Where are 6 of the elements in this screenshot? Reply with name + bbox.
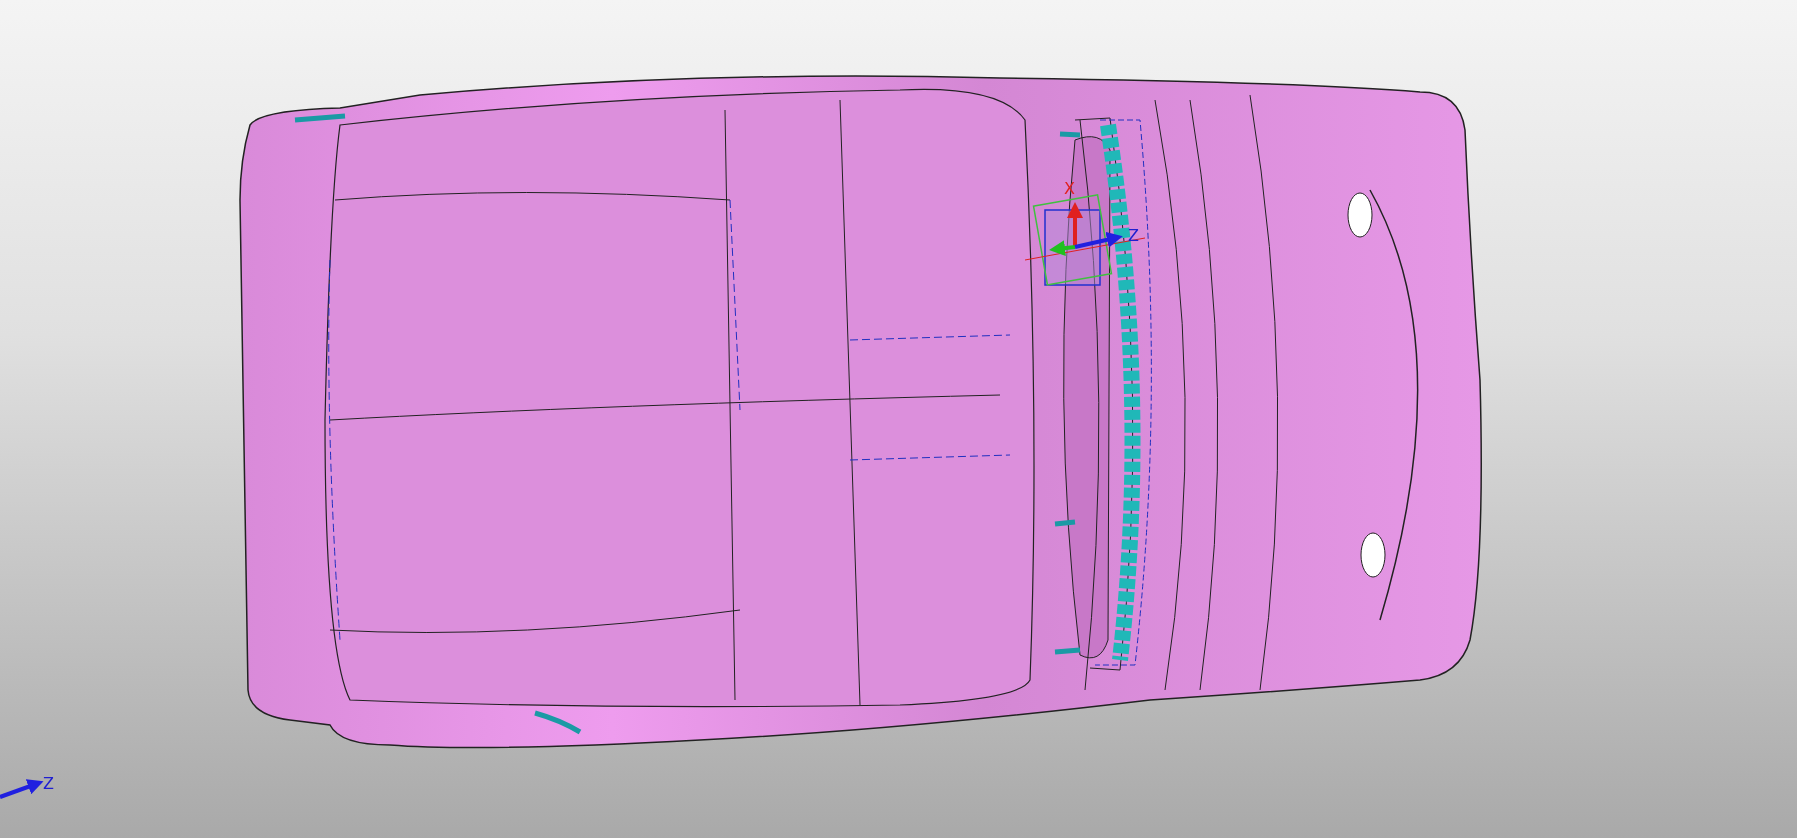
z-axis-arrow bbox=[0, 779, 44, 799]
axis-label: X bbox=[1064, 179, 1075, 198]
z-axis-arrow bbox=[1074, 231, 1123, 249]
y-axis-arrow bbox=[1049, 240, 1076, 257]
x-axis-arrow bbox=[1067, 202, 1083, 247]
axis-label: Z bbox=[43, 774, 54, 793]
